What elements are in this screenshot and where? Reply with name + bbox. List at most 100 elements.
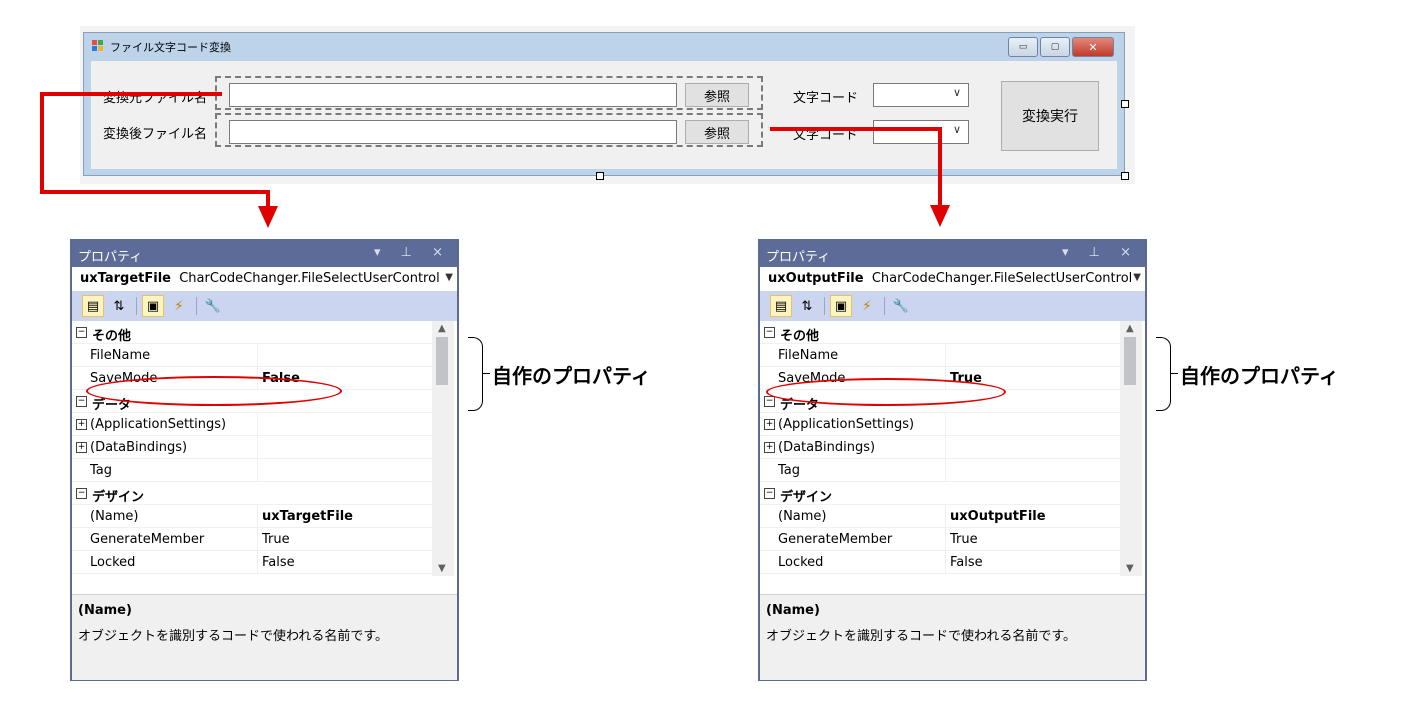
property-row[interactable]: Locked False	[760, 551, 1120, 574]
output-code-combo[interactable]: ∨	[873, 120, 969, 144]
output-browse-button[interactable]: 参照	[685, 120, 749, 144]
collapse-icon[interactable]: −	[764, 396, 775, 407]
panel-window-controls[interactable]: ▾ ⊥ ×	[374, 245, 451, 260]
category-row[interactable]: − その他	[760, 321, 1120, 344]
toolbar-separator	[824, 297, 825, 315]
panel-toolbar: ▤ ⇅ ▣ ⚡ 🔧	[760, 291, 1145, 321]
object-name: uxTargetFile	[80, 271, 171, 286]
form-app-icon	[92, 40, 104, 52]
panel-window-controls[interactable]: ▾ ⊥ ×	[1062, 245, 1139, 260]
maximize-button[interactable]: ▢	[1040, 37, 1070, 57]
property-row[interactable]: + (ApplicationSettings)	[760, 413, 1120, 436]
object-selector[interactable]: uxTargetFile CharCodeChanger.FileSelectU…	[72, 267, 457, 292]
property-row[interactable]: (Name) uxTargetFile	[72, 505, 432, 528]
expand-icon[interactable]: +	[76, 419, 87, 430]
scroll-up-icon[interactable]: ▲	[1126, 323, 1134, 334]
scroll-down-icon[interactable]: ▼	[438, 563, 446, 574]
property-row[interactable]: Tag	[72, 459, 432, 482]
property-row[interactable]: FileName	[760, 344, 1120, 367]
source-file-label: 変換元ファイル名	[103, 91, 208, 106]
dropdown-arrow-icon[interactable]: ▼	[445, 272, 453, 283]
bracket-tick-right	[1170, 373, 1178, 374]
alphabetical-sort-icon[interactable]: ⇅	[108, 295, 130, 317]
category-row[interactable]: − その他	[72, 321, 432, 344]
expand-icon[interactable]: +	[764, 419, 775, 430]
properties-icon[interactable]: ▣	[830, 295, 852, 317]
panel-titlebar: プロパティ ▾ ⊥ ×	[760, 241, 1145, 267]
property-row[interactable]: FileName	[72, 344, 432, 367]
expand-icon[interactable]: +	[76, 442, 87, 453]
output-file-input[interactable]	[229, 120, 677, 144]
resize-grip-bottom[interactable]	[596, 172, 604, 180]
arrow-right-segment-2	[938, 127, 942, 205]
toolbar-separator	[884, 297, 885, 315]
description-pane: (Name) オブジェクトを識別するコードで使われる名前です。	[760, 594, 1145, 680]
scroll-thumb[interactable]	[1124, 337, 1136, 385]
property-row[interactable]: + (ApplicationSettings)	[72, 413, 432, 436]
object-selector[interactable]: uxOutputFile CharCodeChanger.FileSelectU…	[760, 267, 1145, 292]
description-pane: (Name) オブジェクトを識別するコードで使われる名前です。	[72, 594, 457, 680]
description-text: オブジェクトを識別するコードで使われる名前です。	[78, 629, 389, 644]
collapse-icon[interactable]: −	[76, 327, 87, 338]
property-scrollbar[interactable]: ▲ ▼	[1120, 321, 1142, 576]
chevron-down-icon: ∨	[952, 123, 961, 136]
window-buttons: ▭ ▢ ✕	[1008, 37, 1114, 57]
property-grid: − その他 FileName SaveMode True − データ + (Applic…	[760, 321, 1120, 574]
properties-icon[interactable]: ▣	[142, 295, 164, 317]
property-row[interactable]: Tag	[760, 459, 1120, 482]
output-file-label: 変換後ファイル名	[103, 127, 208, 142]
collapse-icon[interactable]: −	[76, 488, 87, 499]
source-file-input[interactable]	[229, 83, 677, 107]
categorized-icon[interactable]: ▤	[770, 295, 792, 317]
panel-title: プロパティ	[766, 250, 831, 265]
execute-button[interactable]: 変換実行	[1001, 81, 1099, 151]
arrow-left-segment-1	[40, 92, 222, 96]
collapse-icon[interactable]: −	[764, 488, 775, 499]
events-lightning-icon[interactable]: ⚡	[168, 295, 190, 317]
dropdown-arrow-icon[interactable]: ▼	[1133, 272, 1141, 283]
category-row[interactable]: − デザイン	[760, 482, 1120, 505]
property-pages-wrench-icon[interactable]: 🔧	[890, 295, 912, 317]
property-row[interactable]: Locked False	[72, 551, 432, 574]
resize-grip-right[interactable]	[1121, 100, 1129, 108]
scroll-thumb[interactable]	[436, 337, 448, 385]
object-name: uxOutputFile	[768, 271, 864, 286]
resize-grip-corner[interactable]	[1121, 172, 1129, 180]
bracket-tick-left	[482, 373, 490, 374]
property-row[interactable]: GenerateMember True	[72, 528, 432, 551]
property-row[interactable]: + (DataBindings)	[72, 436, 432, 459]
collapse-icon[interactable]: −	[76, 396, 87, 407]
form-title: ファイル文字コード変換	[110, 41, 231, 54]
annotation-right: 自作のプロパティ	[1180, 364, 1339, 388]
property-row[interactable]: GenerateMember True	[760, 528, 1120, 551]
source-browse-button[interactable]: 参照	[685, 83, 749, 107]
description-text: オブジェクトを識別するコードで使われる名前です。	[766, 629, 1077, 644]
panel-title: プロパティ	[78, 250, 143, 265]
property-pages-wrench-icon[interactable]: 🔧	[202, 295, 224, 317]
arrow-left-segment-3	[40, 190, 270, 194]
events-lightning-icon[interactable]: ⚡	[856, 295, 878, 317]
description-title: (Name)	[78, 603, 132, 618]
scroll-down-icon[interactable]: ▼	[1126, 563, 1134, 574]
arrow-left-segment-2	[40, 92, 44, 194]
minimize-button[interactable]: ▭	[1008, 37, 1038, 57]
categorized-icon[interactable]: ▤	[82, 295, 104, 317]
properties-panel-left: プロパティ ▾ ⊥ × uxTargetFile CharCodeChanger…	[70, 239, 459, 681]
close-button[interactable]: ✕	[1072, 37, 1114, 57]
collapse-icon[interactable]: −	[764, 327, 775, 338]
highlight-ellipse-right	[766, 378, 1006, 406]
object-type: CharCodeChanger.FileSelectUserControl	[871, 271, 1133, 286]
arrow-left-head-icon	[258, 206, 278, 228]
property-scrollbar[interactable]: ▲ ▼	[432, 321, 454, 576]
scroll-up-icon[interactable]: ▲	[438, 323, 446, 334]
form-client-area: 変換元ファイル名 参照 文字コード ∨ 変換後ファイル名 参照 文字コード ∨ …	[91, 61, 1117, 169]
toolbar-separator	[136, 297, 137, 315]
expand-icon[interactable]: +	[764, 442, 775, 453]
source-code-combo[interactable]: ∨	[873, 83, 969, 107]
alphabetical-sort-icon[interactable]: ⇅	[796, 295, 818, 317]
property-row[interactable]: (Name) uxOutputFile	[760, 505, 1120, 528]
category-row[interactable]: − デザイン	[72, 482, 432, 505]
arrow-right-segment-1	[770, 127, 942, 131]
property-row[interactable]: + (DataBindings)	[760, 436, 1120, 459]
form-titlebar: ファイル文字コード変換 ▭ ▢ ✕	[84, 33, 1124, 59]
